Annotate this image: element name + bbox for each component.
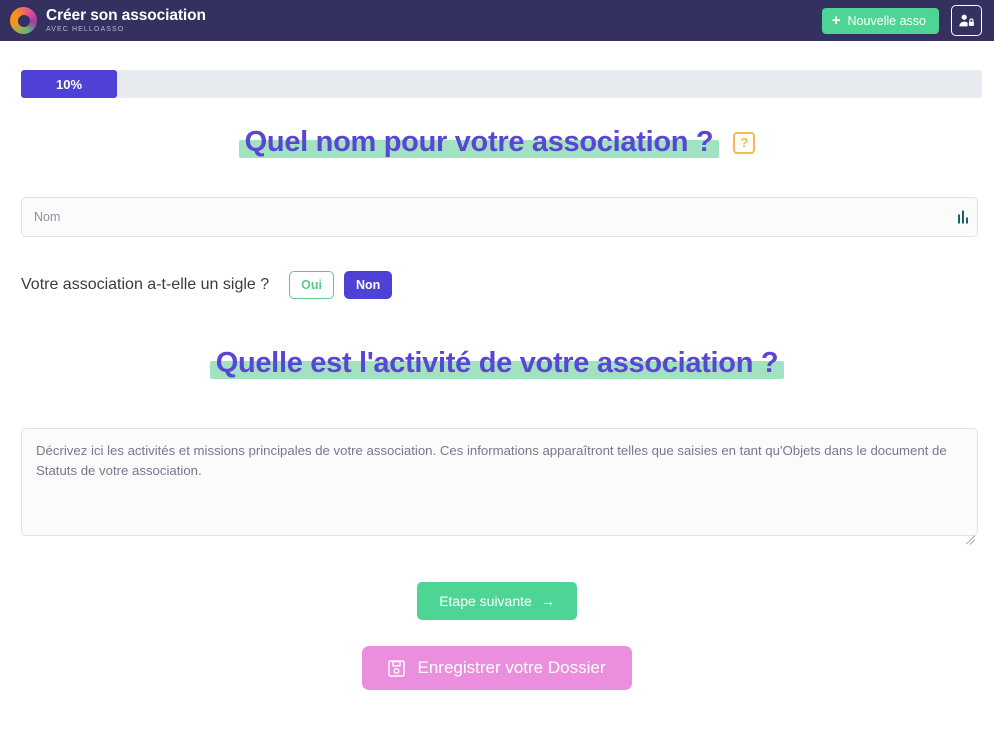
header-actions: + Nouvelle asso — [821, 0, 982, 41]
next-step-button[interactable]: Etape suivante → — [417, 582, 577, 620]
page-title-activity: Quelle est l'activité de votre associati… — [209, 347, 785, 380]
brand-text: Créer son association AVEC HELLOASSO — [46, 8, 206, 34]
writing-assistant-icon[interactable] — [957, 210, 968, 224]
new-association-button[interactable]: + Nouvelle asso — [821, 7, 939, 34]
activity-field-wrap — [21, 428, 978, 545]
brand: Créer son association AVEC HELLOASSO — [10, 7, 206, 34]
association-name-input[interactable] — [21, 197, 978, 237]
activity-description-textarea[interactable] — [21, 428, 978, 536]
progress-label: 10% — [56, 76, 83, 92]
progress-bar-fill: 10% — [21, 70, 118, 98]
sigle-question-label: Votre association a-t-elle un sigle ? — [21, 276, 270, 293]
save-dossier-label: Enregistrer votre Dossier — [417, 658, 606, 677]
sigle-row: Votre association a-t-elle un sigle ? Ou… — [21, 271, 994, 299]
heading-text: Quelle est l'activité de votre associati… — [215, 347, 779, 379]
floppy-disk-save-icon — [388, 659, 406, 677]
name-field-wrap — [21, 197, 978, 237]
progress-bar-track: 10% — [21, 70, 982, 98]
account-button[interactable] — [951, 5, 982, 36]
activity-heading-row: Quelle est l'activité de votre associati… — [0, 347, 994, 380]
save-action: Enregistrer votre Dossier — [0, 646, 994, 690]
next-step-action: Etape suivante → — [0, 582, 994, 620]
page-title-name: Quel nom pour votre association ? — [238, 126, 720, 159]
help-label: ? — [740, 135, 749, 150]
name-heading-row: Quel nom pour votre association ? ? — [0, 126, 994, 159]
next-step-label: Etape suivante — [439, 593, 532, 609]
app-header: Créer son association AVEC HELLOASSO + N… — [0, 0, 994, 41]
plus-icon: + — [831, 12, 841, 29]
sigle-yes-button[interactable]: Oui — [289, 271, 334, 299]
brand-subtitle: AVEC HELLOASSO — [46, 26, 125, 34]
new-association-label: Nouvelle asso — [847, 13, 926, 28]
sigle-toggle-group: Oui Non — [289, 271, 393, 299]
arrow-right-icon: → — [540, 593, 555, 609]
help-icon[interactable]: ? — [733, 131, 756, 154]
user-lock-icon — [959, 14, 974, 26]
save-dossier-button[interactable]: Enregistrer votre Dossier — [362, 646, 632, 690]
sigle-no-button[interactable]: Non — [343, 271, 393, 299]
helloasso-ring-logo-icon — [10, 7, 37, 34]
heading-text: Quel nom pour votre association ? — [244, 126, 714, 158]
brand-title: Créer son association — [46, 6, 206, 24]
